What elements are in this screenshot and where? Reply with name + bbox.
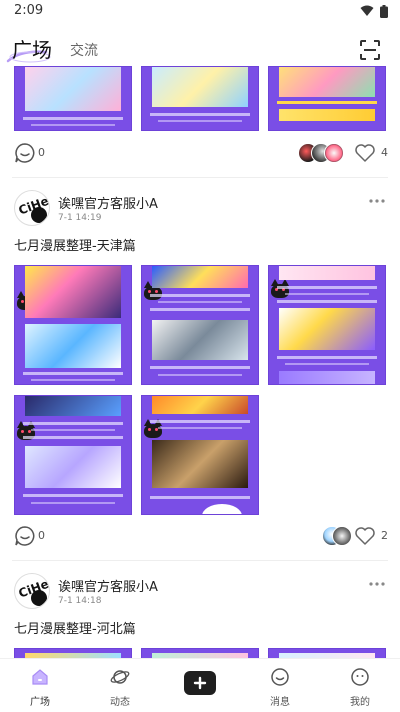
post-timestamp: 7-1 14:19 [58, 213, 102, 223]
message-icon [271, 668, 289, 686]
avatar-logo-mark [31, 207, 47, 223]
status-icons [360, 5, 388, 18]
post-image[interactable] [268, 66, 386, 131]
nav-profile[interactable]: 我的 [330, 663, 390, 709]
profile-icon [351, 668, 369, 686]
more-options-icon[interactable] [368, 198, 386, 204]
tab-exchange[interactable]: 交流 [70, 40, 98, 60]
post-divider [12, 177, 388, 178]
planet-icon [110, 670, 130, 684]
post-divider [12, 560, 388, 561]
post-image[interactable] [268, 648, 386, 658]
liker-avatars [298, 143, 354, 163]
nav-square[interactable]: 广场 [10, 663, 70, 709]
post-image[interactable] [141, 265, 259, 385]
post-image[interactable] [14, 265, 132, 385]
status-bar: 2:09 [0, 0, 400, 24]
heart-icon[interactable] [354, 525, 376, 547]
feed[interactable]: 0 4 CiHei 诶嘿官方客服小A 7-1 14:19 七月漫展整理-天津篇 … [0, 66, 400, 658]
avatar[interactable]: CiHei [14, 190, 50, 226]
nav-label: 消息 [270, 697, 290, 708]
post-image[interactable] [141, 66, 259, 131]
add-post-button[interactable] [184, 671, 216, 695]
post-image[interactable] [14, 648, 132, 658]
like-count: 2 [381, 529, 388, 542]
post-actions: 0 2 [0, 521, 400, 551]
comment-count: 0 [38, 529, 45, 542]
top-header: 广场 交流 [0, 26, 400, 66]
nav-feed[interactable]: 动态 [90, 663, 150, 709]
post-header: CiHei 诶嘿官方客服小A 7-1 14:19 [0, 190, 400, 230]
avatar-logo-mark [31, 590, 47, 606]
comment-icon[interactable] [14, 525, 36, 547]
wifi-icon [360, 5, 374, 16]
like-count: 4 [381, 146, 388, 159]
add-icon [193, 676, 207, 690]
post-image[interactable] [14, 395, 132, 515]
nav-label: 广场 [30, 697, 50, 708]
liker-avatar [324, 143, 344, 163]
battery-icon [380, 5, 388, 18]
nav-label: 我的 [350, 697, 370, 708]
tab-square[interactable]: 广场 [12, 34, 52, 63]
comment-count: 0 [38, 146, 45, 159]
nav-messages[interactable]: 消息 [250, 663, 310, 709]
post-title[interactable]: 七月漫展整理-河北篇 [14, 618, 136, 637]
bottom-nav: 广场 动态 消息 我的 [0, 658, 400, 712]
post-header: CiHei 诶嘿官方客服小A 7-1 14:18 [0, 573, 400, 613]
comment-icon[interactable] [14, 142, 36, 164]
post-image[interactable] [141, 395, 259, 515]
author-name[interactable]: 诶嘿官方客服小A [58, 576, 158, 595]
nav-label: 动态 [110, 697, 130, 708]
more-options-icon[interactable] [368, 581, 386, 587]
post-actions: 0 4 [0, 138, 400, 168]
home-icon [32, 669, 48, 685]
avatar[interactable]: CiHei [14, 573, 50, 609]
post-image[interactable] [141, 648, 259, 658]
post-image[interactable] [14, 66, 132, 131]
author-name[interactable]: 诶嘿官方客服小A [58, 193, 158, 212]
post-timestamp: 7-1 14:18 [58, 596, 102, 606]
liker-avatars [322, 526, 352, 546]
liker-avatar [332, 526, 352, 546]
scan-icon[interactable] [360, 40, 380, 60]
post-title[interactable]: 七月漫展整理-天津篇 [14, 235, 136, 254]
heart-icon[interactable] [354, 142, 376, 164]
post-image[interactable] [268, 265, 386, 385]
status-time: 2:09 [14, 3, 44, 18]
